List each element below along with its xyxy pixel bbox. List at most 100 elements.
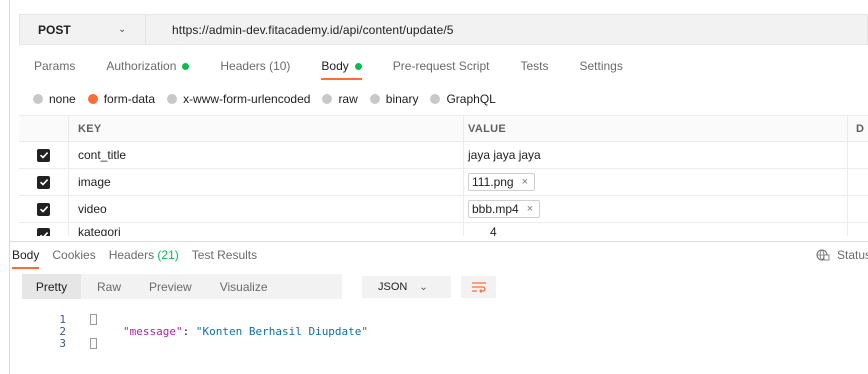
url-input[interactable]: https://admin-dev.fitacademy.id/api/cont… bbox=[146, 23, 454, 37]
key-cell[interactable]: image bbox=[69, 169, 464, 195]
checkmark-icon bbox=[39, 152, 48, 159]
value-cell[interactable]: bbb.mp4 × bbox=[464, 196, 848, 222]
body-type-raw[interactable]: raw bbox=[322, 92, 358, 106]
column-header-description: D bbox=[848, 116, 868, 141]
tab-label: Settings bbox=[579, 59, 623, 73]
description-cell[interactable] bbox=[848, 223, 868, 236]
view-tab-preview[interactable]: Preview bbox=[133, 274, 204, 299]
radio-button[interactable] bbox=[369, 94, 380, 104]
key-cell[interactable]: kategori bbox=[69, 223, 464, 236]
fold-toggle-icon[interactable] bbox=[90, 313, 97, 325]
value-cell[interactable]: 111.png × bbox=[464, 169, 848, 195]
code-line: 3 bbox=[50, 336, 368, 350]
view-tab-raw[interactable]: Raw bbox=[81, 274, 133, 299]
response-view-tabs: Pretty Raw Preview Visualize bbox=[22, 274, 342, 299]
tab-test-results[interactable]: Test Results bbox=[192, 248, 257, 262]
radio-label: raw bbox=[338, 92, 358, 106]
column-header-value: VALUE bbox=[464, 116, 848, 141]
tab-body[interactable]: Body bbox=[321, 59, 362, 80]
response-body-viewer[interactable]: 1 2 "message": "Konten Berhasil Diupdate… bbox=[50, 313, 369, 350]
header-label: VALUE bbox=[468, 122, 506, 135]
checkmark-icon bbox=[39, 179, 48, 186]
key-text: kategori bbox=[78, 225, 121, 236]
radio-button[interactable] bbox=[322, 94, 333, 104]
tab-pre-request-script[interactable]: Pre-request Script bbox=[393, 59, 490, 73]
check-cell bbox=[19, 223, 69, 236]
tab-tests[interactable]: Tests bbox=[520, 59, 548, 73]
view-tab-label: Raw bbox=[97, 279, 122, 294]
tab-authorization[interactable]: Authorization bbox=[106, 59, 190, 73]
file-chip: bbb.mp4 × bbox=[468, 200, 541, 218]
status-label: Status bbox=[837, 248, 868, 262]
radio-button[interactable] bbox=[430, 94, 441, 104]
row-enabled-checkbox[interactable] bbox=[37, 148, 50, 162]
body-type-selector: none form-data x-www-form-urlencoded raw… bbox=[33, 92, 508, 106]
radio-label: x-www-form-urlencoded bbox=[183, 92, 311, 106]
json-string-value: "Konten Berhasil Diupdate" bbox=[195, 324, 369, 338]
radio-label: binary bbox=[385, 92, 419, 106]
value-text: jaya jaya jaya bbox=[468, 148, 541, 162]
active-indicator-dot bbox=[354, 62, 362, 70]
form-data-table: KEY VALUE D cont_title jaya jaya jaya im… bbox=[19, 115, 868, 236]
fold-toggle-icon[interactable] bbox=[90, 337, 97, 349]
description-cell[interactable] bbox=[848, 142, 868, 168]
radio-button[interactable] bbox=[167, 94, 178, 104]
wrap-lines-button[interactable] bbox=[461, 276, 496, 298]
value-text: 4 bbox=[490, 225, 497, 236]
tab-response-cookies[interactable]: Cookies bbox=[52, 248, 95, 262]
globe-icon[interactable] bbox=[816, 249, 830, 261]
remove-file-icon[interactable]: × bbox=[522, 176, 528, 188]
tab-headers[interactable]: Headers (10) bbox=[220, 59, 290, 73]
method-dropdown[interactable]: POST ⌄ bbox=[20, 15, 146, 44]
view-tab-pretty[interactable]: Pretty bbox=[22, 274, 81, 299]
body-type-graphql[interactable]: GraphQL bbox=[430, 92, 496, 106]
tab-label: Headers (10) bbox=[220, 59, 291, 73]
body-type-urlencoded[interactable]: x-www-form-urlencoded bbox=[167, 92, 310, 106]
chevron-down-icon: ⌄ bbox=[118, 24, 127, 35]
row-enabled-checkbox[interactable] bbox=[37, 228, 50, 236]
description-cell[interactable] bbox=[848, 196, 868, 222]
view-tab-label: Visualize bbox=[219, 279, 268, 294]
key-cell[interactable]: video bbox=[69, 196, 464, 222]
left-panel-divider bbox=[9, 0, 10, 374]
file-name: bbb.mp4 bbox=[472, 202, 519, 216]
format-dropdown[interactable]: JSON ⌄ bbox=[362, 276, 451, 298]
tab-label: Body bbox=[321, 59, 349, 73]
line-number: 3 bbox=[59, 336, 66, 350]
value-cell[interactable]: 4 bbox=[464, 223, 848, 236]
radio-button[interactable] bbox=[33, 94, 43, 104]
tab-response-body[interactable]: Body bbox=[12, 248, 40, 269]
response-tabs: Body Cookies Headers (21) Test Results bbox=[12, 248, 270, 269]
table-row: video bbb.mp4 × bbox=[19, 195, 868, 222]
body-type-none[interactable]: none bbox=[33, 92, 76, 106]
table-row: image 111.png × bbox=[19, 168, 868, 195]
value-cell[interactable]: jaya jaya jaya bbox=[464, 142, 848, 168]
row-enabled-checkbox[interactable] bbox=[37, 202, 50, 216]
view-tab-label: Preview bbox=[149, 279, 192, 294]
tab-label: Body bbox=[12, 248, 40, 262]
tab-label: Tests bbox=[520, 59, 549, 73]
view-tab-visualize[interactable]: Visualize bbox=[204, 274, 280, 299]
radio-button[interactable] bbox=[87, 94, 98, 104]
body-type-form-data[interactable]: form-data bbox=[87, 92, 155, 106]
active-tab-underline bbox=[12, 267, 40, 269]
wrap-lines-icon bbox=[471, 282, 486, 293]
key-text: image bbox=[78, 175, 111, 189]
table-header-row: KEY VALUE D bbox=[19, 115, 868, 141]
check-cell bbox=[19, 196, 69, 222]
body-type-binary[interactable]: binary bbox=[369, 92, 419, 106]
file-chip: 111.png × bbox=[468, 173, 536, 191]
key-cell[interactable]: cont_title bbox=[69, 142, 464, 168]
tab-response-headers[interactable]: Headers (21) bbox=[109, 248, 179, 262]
format-label: JSON bbox=[378, 281, 408, 293]
radio-label: none bbox=[49, 92, 76, 106]
remove-file-icon[interactable]: × bbox=[527, 203, 533, 215]
tab-params[interactable]: Params bbox=[34, 59, 75, 73]
view-tab-label: Pretty bbox=[35, 279, 68, 294]
tab-settings[interactable]: Settings bbox=[580, 59, 623, 73]
description-cell[interactable] bbox=[848, 169, 868, 195]
table-row: kategori 4 bbox=[19, 222, 868, 236]
check-cell bbox=[19, 142, 69, 168]
response-pane-divider[interactable] bbox=[10, 241, 868, 242]
row-enabled-checkbox[interactable] bbox=[37, 175, 50, 189]
